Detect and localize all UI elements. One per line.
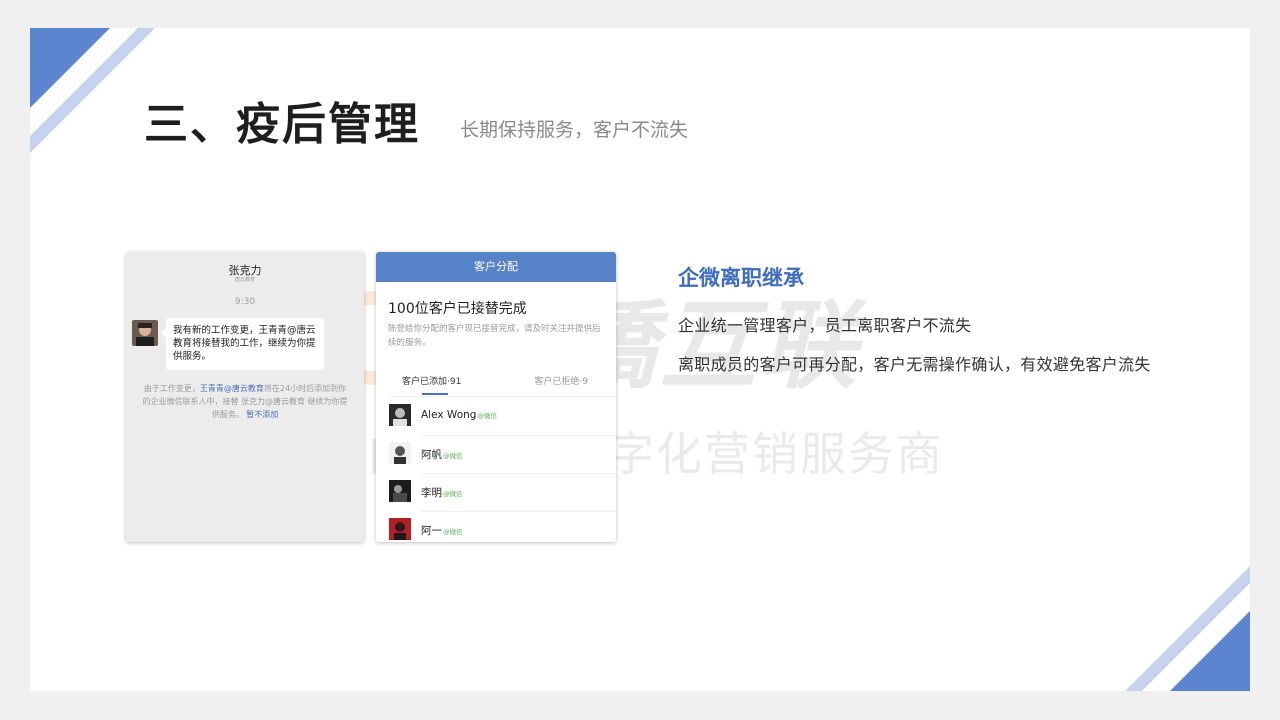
chat-message-bubble: 我有新的工作变更，王青青@唐云教育将接替我的工作，继续为你提供服务。 <box>161 318 324 370</box>
active-tab-indicator <box>422 393 448 395</box>
avatar <box>389 480 411 502</box>
customer-name: 李明@微信 <box>421 487 463 499</box>
notice-text: 由于工作变更， <box>143 384 200 393</box>
person-avatar-icon <box>389 404 411 426</box>
assignment-header: 客户分配 <box>376 252 616 282</box>
feature-title: 企微离职继承 <box>678 266 804 290</box>
page-subtitle: 长期保持服务，客户不流失 <box>460 119 689 141</box>
chat-system-notice: 由于工作变更，王青青@唐云教育将在24小时后添加到你的企业微信联系人中，接替 张… <box>142 382 348 421</box>
chat-timestamp: 9:30 <box>234 297 256 307</box>
tab-customers-added[interactable]: 客户已添加·91 <box>402 374 461 387</box>
notice-highlight: 王青青@唐云教育 <box>199 384 264 393</box>
slide: 三、疫后管理 长期保持服务，客户不流失 美橋互联 国内领先的数字化营销服务商 张… <box>30 28 1250 691</box>
page-title: 三、疫后管理 <box>144 99 420 150</box>
person-avatar-icon <box>389 480 411 502</box>
assignment-screenshot: 客户分配 100位客户已接替完成 陈登给你分配的客户现已接替完成，请及时关注并提… <box>376 252 616 542</box>
person-avatar-icon <box>389 442 411 464</box>
feature-description-1: 企业统一管理客户，员工离职客户不流失 <box>678 316 972 335</box>
customer-source: @微信 <box>443 452 463 460</box>
avatar <box>389 442 411 464</box>
avatar <box>389 518 411 540</box>
not-add-link[interactable]: 暂不添加 <box>246 410 278 419</box>
divider <box>388 396 616 397</box>
chat-contact-org: 唐云教育 <box>234 277 255 283</box>
list-item[interactable]: 李明@微信 <box>376 474 616 512</box>
assignment-heading: 100位客户已接替完成 <box>388 301 527 317</box>
customer-source: @微信 <box>477 412 497 420</box>
list-item[interactable]: Alex Wong@微信 <box>376 398 616 436</box>
corner-decoration-top-left <box>30 28 155 153</box>
list-item[interactable]: 阿帆@微信 <box>376 436 616 474</box>
customer-name: 阿一@微信 <box>421 525 463 537</box>
list-item[interactable]: 阿一@微信 <box>376 512 616 542</box>
customer-name: Alex Wong@微信 <box>421 409 497 421</box>
assignment-description: 陈登给你分配的客户现已接替完成，请及时关注并提供后续的服务。 <box>388 324 601 348</box>
person-avatar-icon <box>389 518 411 540</box>
tab-customers-rejected[interactable]: 客户已拒绝·9 <box>534 374 588 387</box>
avatar <box>389 404 411 426</box>
customer-name: 阿帆@微信 <box>421 449 463 461</box>
customer-source: @微信 <box>443 490 463 498</box>
person-avatar-icon <box>132 320 158 346</box>
chat-screenshot: 张克力 唐云教育 9:30 我有新的工作变更，王青青@唐云教育将接替我的工作，继… <box>126 252 364 542</box>
feature-description-2: 离职成员的客户可再分配，客户无需操作确认，有效避免客户流失 <box>678 355 1151 374</box>
avatar[interactable] <box>132 320 158 346</box>
corner-decoration-bottom-right <box>1125 566 1250 691</box>
customer-source: @微信 <box>443 528 463 536</box>
